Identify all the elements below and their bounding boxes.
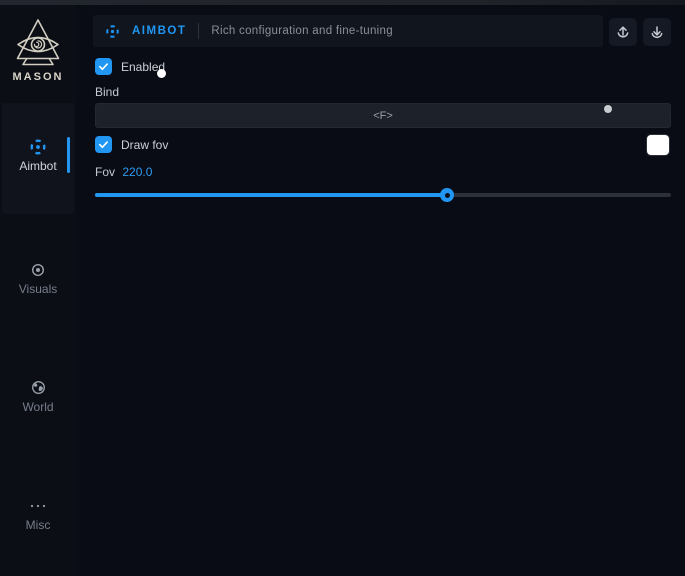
bind-input[interactable] — [95, 103, 671, 128]
bind-label: Bind — [95, 85, 119, 99]
page-header: AIMBOT Rich configuration and fine-tunin… — [93, 15, 603, 47]
ellipsis-icon — [0, 497, 76, 515]
fov-slider-handle[interactable] — [440, 188, 454, 202]
logo: MASON — [0, 18, 76, 83]
sidebar-item-world[interactable]: World — [0, 379, 76, 414]
export-config-button[interactable] — [609, 18, 637, 46]
enabled-checkbox[interactable] — [95, 58, 112, 75]
sidebar: MASON Aimbot Visuals Worl — [0, 5, 76, 576]
globe-icon — [0, 379, 76, 397]
sidebar-item-aimbot[interactable]: Aimbot — [0, 138, 76, 173]
draw-fov-label: Draw fov — [121, 138, 168, 152]
sidebar-item-label: Misc — [0, 518, 76, 532]
download-icon — [649, 24, 665, 40]
fov-value: 220.0 — [122, 165, 152, 179]
fov-slider-fill — [95, 193, 447, 197]
main-content: AIMBOT Rich configuration and fine-tunin… — [76, 5, 685, 576]
logo-text: MASON — [0, 71, 76, 83]
cursor-dot — [157, 69, 166, 78]
page-subtitle: Rich configuration and fine-tuning — [211, 25, 393, 37]
draw-fov-checkbox[interactable] — [95, 136, 112, 153]
eye-icon — [0, 261, 76, 279]
mason-pyramid-eye-icon — [0, 18, 76, 68]
sidebar-item-visuals[interactable]: Visuals — [0, 261, 76, 296]
fov-slider[interactable] — [95, 188, 671, 202]
check-icon — [98, 139, 109, 150]
sidebar-item-label: Visuals — [0, 282, 76, 296]
fov-label-row: Fov 220.0 — [95, 165, 152, 179]
sidebar-item-label: World — [0, 400, 76, 414]
upload-icon — [615, 24, 631, 40]
fov-color-swatch[interactable] — [647, 135, 669, 155]
import-config-button[interactable] — [643, 18, 671, 46]
draw-fov-row: Draw fov — [95, 136, 168, 153]
header-divider — [198, 23, 199, 39]
fov-label: Fov — [95, 165, 115, 179]
cursor-dot-small — [604, 105, 612, 113]
sidebar-item-label: Aimbot — [0, 159, 76, 173]
sidebar-item-misc[interactable]: Misc — [0, 497, 76, 532]
crosshair-icon — [105, 24, 120, 39]
page-title: AIMBOT — [132, 25, 186, 37]
enabled-row: Enabled — [95, 58, 165, 75]
check-icon — [98, 61, 109, 72]
crosshair-icon — [0, 138, 76, 156]
